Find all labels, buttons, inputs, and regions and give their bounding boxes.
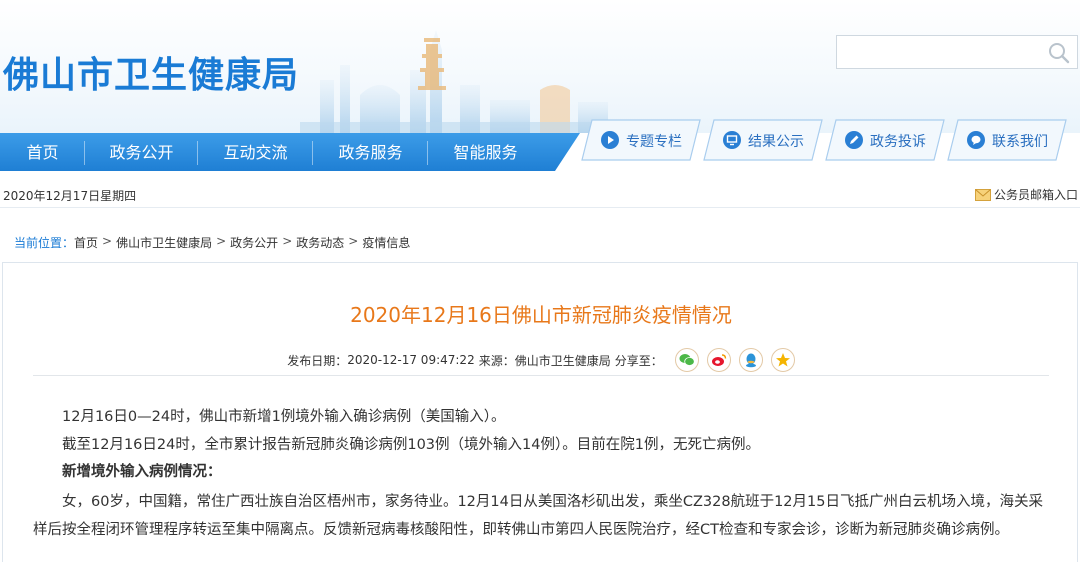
breadcrumb-item-gov-news[interactable]: 政务动态: [296, 234, 344, 251]
play-circle-icon: [601, 131, 619, 149]
article-paragraph: 截至12月16日24时，全市累计报告新冠肺炎确诊病例103例（境外输入14例）。…: [62, 436, 760, 453]
share-buttons: [667, 348, 795, 372]
breadcrumb-separator: >: [282, 234, 293, 248]
article-paragraph: 12月16日0—24时，佛山市新增1例境外输入确诊病例（美国输入）。: [62, 409, 506, 425]
nav-item-home[interactable]: 首页: [0, 133, 85, 171]
breadcrumb-item-gov-open[interactable]: 政务公开: [230, 234, 278, 251]
source-name: 佛山市卫生健康局: [514, 353, 611, 368]
quick-link-label: 联系我们: [992, 134, 1048, 150]
quick-link-label: 专题专栏: [626, 134, 682, 150]
qzone-star-icon: [775, 353, 790, 367]
quick-links: 专题专栏 结果公示 政务投诉 联系我们: [580, 118, 1080, 164]
main-navigation: 首页 政务公开 互动交流 政务服务 智能服务: [0, 133, 580, 171]
city-skyline-illustration: [300, 30, 620, 133]
article-paragraph: 女，60岁，中国籍，常住广西壮族自治区梧州市，家务待业。12月14日从美国洛杉矶…: [33, 493, 1043, 538]
share-wechat-button[interactable]: [674, 348, 699, 372]
breadcrumb-item-epidemic-info[interactable]: 疫情信息: [362, 234, 410, 251]
wechat-icon: [679, 354, 695, 366]
breadcrumb: 当前位置： 首页 > 佛山市卫生健康局 > 政务公开 > 政务动态 > 疫情信息: [14, 234, 410, 251]
qq-icon: [745, 353, 756, 368]
article-body: 12月16日0—24时，佛山市新增1例境外输入确诊病例（美国输入）。 截至12月…: [33, 405, 1049, 544]
breadcrumb-separator: >: [216, 234, 227, 248]
breadcrumb-item-home[interactable]: 首页: [74, 234, 98, 251]
nav-item-smart-services[interactable]: 智能服务: [428, 133, 543, 171]
staff-mailbox-link[interactable]: 公务员邮箱入口: [974, 186, 1078, 203]
title-divider: [33, 375, 1049, 376]
article-subheading: 新增境外输入病例情况：: [62, 464, 222, 480]
breadcrumb-item-bureau[interactable]: 佛山市卫生健康局: [116, 234, 212, 251]
quick-link-special-topics[interactable]: 专题专栏: [580, 118, 702, 162]
site-title[interactable]: 佛山市卫生健康局: [3, 46, 299, 98]
article-meta: 发布日期： 2020-12-17 09:47:22 来源： 佛山市卫生健康局 分…: [3, 348, 1079, 372]
article-title: 2020年12月16日佛山市新冠肺炎疫情情况: [350, 303, 732, 327]
date-bar: 2020年12月17日星期四 公务员邮箱入口: [0, 180, 1080, 208]
share-qq-button[interactable]: [738, 348, 763, 372]
quick-link-results-public[interactable]: 结果公示: [702, 118, 824, 162]
mailbox-label: 公务员邮箱入口: [993, 188, 1078, 202]
share-label: 分享至：: [614, 353, 663, 368]
nav-item-gov-affairs-open[interactable]: 政务公开: [85, 133, 198, 171]
quick-link-contact-us[interactable]: 联系我们: [946, 118, 1068, 162]
share-qzone-button[interactable]: [770, 348, 795, 372]
publish-date: 2020-12-17 09:47:22: [347, 353, 475, 367]
share-weibo-button[interactable]: [706, 348, 731, 372]
pen-circle-icon: [845, 131, 863, 149]
source-label: 来源：: [478, 353, 515, 368]
chat-bubble-icon: [967, 131, 985, 149]
publish-date-label: 发布日期：: [287, 353, 348, 368]
quick-link-label: 结果公示: [748, 134, 804, 150]
search-box[interactable]: [836, 35, 1078, 69]
nav-item-interaction[interactable]: 互动交流: [198, 133, 313, 171]
envelope-icon: [974, 188, 991, 201]
quick-link-label: 政务投诉: [870, 134, 926, 150]
breadcrumb-separator: >: [102, 234, 113, 248]
breadcrumb-prefix: 当前位置：: [14, 236, 75, 250]
breadcrumb-separator: >: [348, 234, 359, 248]
nav-item-gov-services[interactable]: 政务服务: [313, 133, 428, 171]
current-date: 2020年12月17日星期四: [3, 189, 137, 203]
search-input[interactable]: [837, 36, 1037, 68]
quick-link-complaints[interactable]: 政务投诉: [824, 118, 946, 162]
monitor-icon: [723, 131, 741, 149]
article-panel: 2020年12月16日佛山市新冠肺炎疫情情况 发布日期： 2020-12-17 …: [2, 262, 1078, 562]
search-icon[interactable]: [1047, 41, 1071, 65]
header-banner: 佛山市卫生健康局: [0, 0, 1080, 133]
weibo-icon: [711, 354, 726, 366]
